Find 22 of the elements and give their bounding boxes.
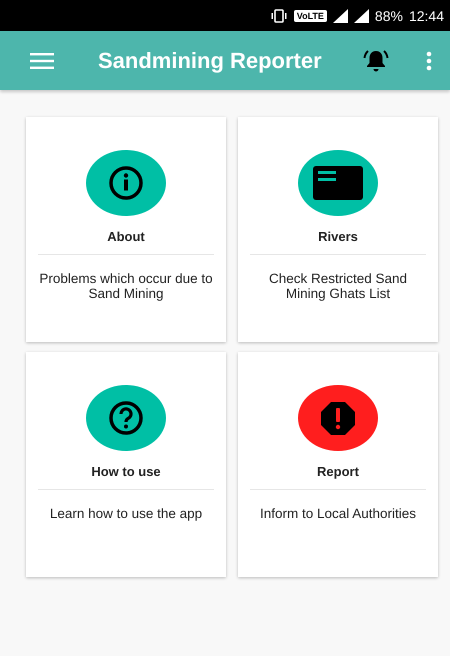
- card-description: Inform to Local Authorities: [258, 506, 418, 521]
- menu-card[interactable]: Report Inform to Local Authorities: [238, 352, 438, 577]
- card-description: Learn how to use the app: [48, 506, 204, 521]
- signal-icon: [332, 8, 348, 22]
- card-title: Report: [317, 464, 359, 479]
- signal-icon: [354, 8, 369, 22]
- app-title: Sandmining Reporter: [98, 48, 323, 74]
- menu-card[interactable]: About Problems which occur due to Sand Mining: [26, 117, 226, 342]
- card-title: How to use: [91, 464, 161, 479]
- battery-level: 88%: [374, 8, 403, 24]
- more-options-icon[interactable]: [426, 50, 432, 70]
- card-description: Problems which occur due to Sand Mining: [38, 271, 214, 301]
- menu-card[interactable]: How to use Learn how to use the app: [26, 352, 226, 577]
- menu-card[interactable]: Rivers Check Restricted Sand Mining Ghats List: [238, 117, 438, 342]
- card-title: Rivers: [318, 229, 358, 244]
- menu-icon[interactable]: [30, 52, 54, 68]
- volte-badge: VoLTE: [294, 10, 327, 22]
- vibrate-icon: [270, 8, 288, 22]
- card-title: About: [107, 229, 145, 244]
- card-description: Check Restricted Sand Mining Ghats List: [268, 271, 408, 301]
- bell-icon[interactable]: [362, 48, 390, 74]
- clock: 12:44: [408, 8, 444, 24]
